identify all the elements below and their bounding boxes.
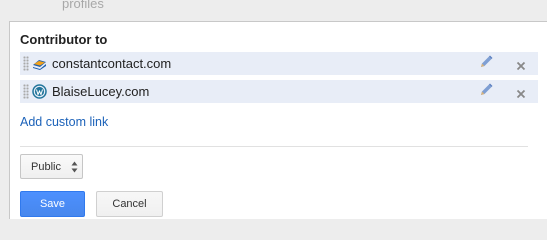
privacy-select[interactable]: Public [20,154,83,179]
pencil-icon[interactable] [478,82,494,98]
contributor-row-constantcontact[interactable]: constantcontact.com [20,52,538,75]
wordpress-favicon-icon [32,84,47,99]
constantcontact-favicon-icon [33,60,46,70]
close-icon[interactable] [516,89,526,99]
close-icon[interactable] [516,61,526,71]
section-title: Contributor to [20,32,108,47]
contributor-row-blaiselucey[interactable]: BlaiseLucey.com [20,80,538,103]
profiles-heading-fragment: profiles [62,0,104,11]
privacy-select-value: Public [31,161,61,173]
drag-handle-icon[interactable] [23,56,29,71]
contributor-link-label[interactable]: constantcontact.com [52,56,171,71]
up-down-arrows-icon [71,161,78,173]
divider [20,146,528,147]
contributor-link-label[interactable]: BlaiseLucey.com [52,84,149,99]
pencil-icon[interactable] [478,54,494,70]
drag-handle-icon[interactable] [23,84,29,99]
contributor-to-panel: Contributor to constantcontact.com Blais… [9,21,547,219]
cancel-button[interactable]: Cancel [96,191,163,217]
add-custom-link[interactable]: Add custom link [20,115,108,129]
save-button[interactable]: Save [20,191,85,217]
